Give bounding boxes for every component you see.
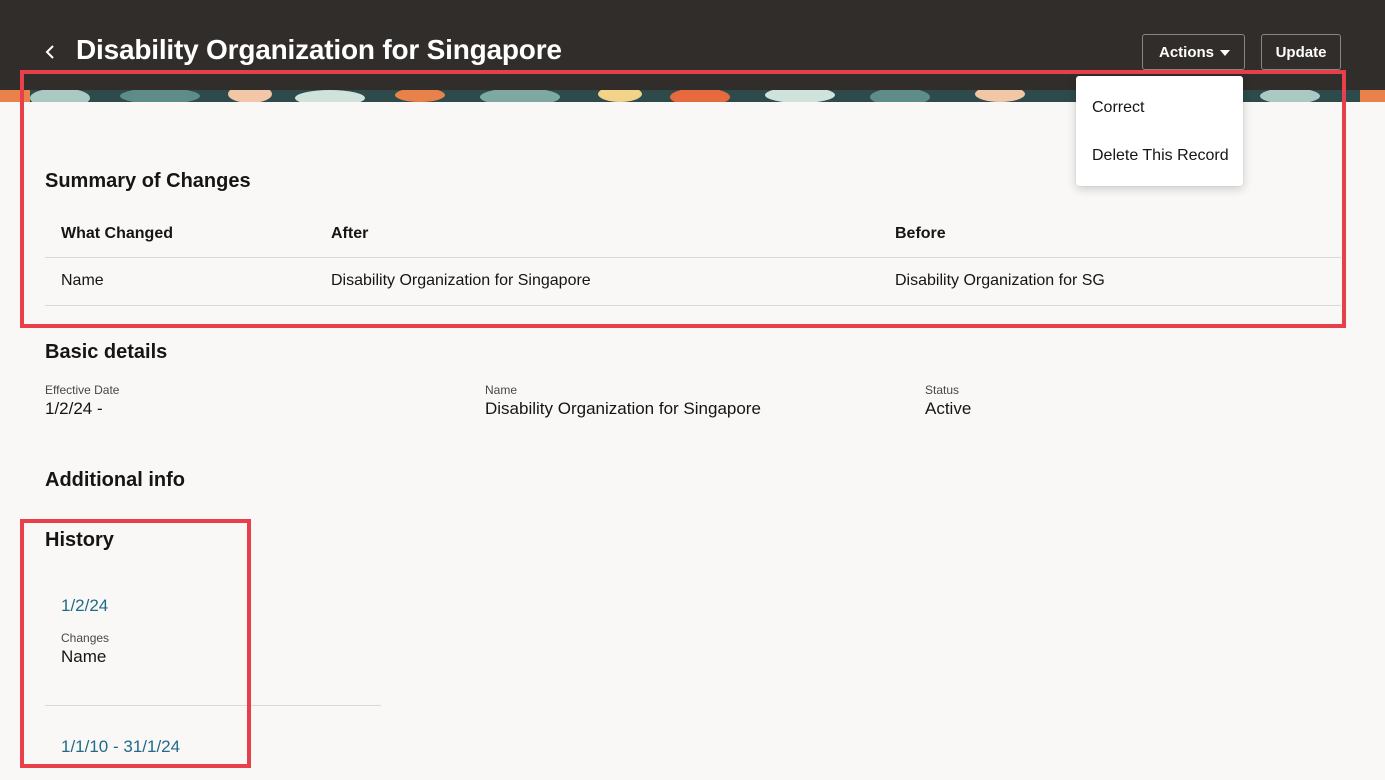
actions-label: Actions <box>1159 43 1215 61</box>
column-header: After <box>331 225 369 242</box>
menu-item-correct[interactable]: Correct <box>1076 84 1243 132</box>
highlight-history-box <box>20 519 251 768</box>
menu-item-delete-record[interactable]: Delete This Record <box>1076 132 1243 180</box>
history-divider <box>45 705 381 706</box>
changes-label: Changes <box>61 631 110 645</box>
actions-button[interactable]: Actions <box>1142 34 1245 70</box>
basic-details-title: Basic details <box>45 341 168 363</box>
page-title: Disability Organization for Singapore <box>76 34 562 65</box>
column-header: Before <box>895 225 946 242</box>
additional-info-title: Additional info <box>45 469 185 491</box>
table-header-row: What Changed After Before <box>45 210 1341 258</box>
actions-dropdown-menu: Correct Delete This Record <box>1076 76 1243 186</box>
history-entry-link[interactable]: 1/1/10 - 31/1/24 <box>61 737 180 757</box>
back-icon[interactable] <box>38 38 62 66</box>
table-cell: Name <box>61 272 104 289</box>
update-button[interactable]: Update <box>1261 34 1341 70</box>
effective-date-value: 1/2/24 - <box>45 399 103 418</box>
name-label: Name <box>485 383 518 397</box>
history-title: History <box>45 529 114 551</box>
table-cell: Disability Organization for SG <box>895 272 1105 289</box>
summary-title: Summary of Changes <box>45 170 251 192</box>
table-cell: Disability Organization for Singapore <box>331 272 591 289</box>
status-label: Status <box>925 383 960 397</box>
name-value: Disability Organization for Singapore <box>485 399 761 418</box>
summary-table: What Changed After Before Name Disabilit… <box>45 210 1341 306</box>
column-header: What Changed <box>61 225 173 242</box>
table-row: Name Disability Organization for Singapo… <box>45 258 1341 306</box>
changes-value: Name <box>61 647 107 666</box>
history-entry-link[interactable]: 1/2/24 <box>61 596 108 616</box>
status-value: Active <box>925 399 972 418</box>
effective-date-label: Effective Date <box>45 383 120 397</box>
caret-down-icon <box>1220 50 1230 56</box>
